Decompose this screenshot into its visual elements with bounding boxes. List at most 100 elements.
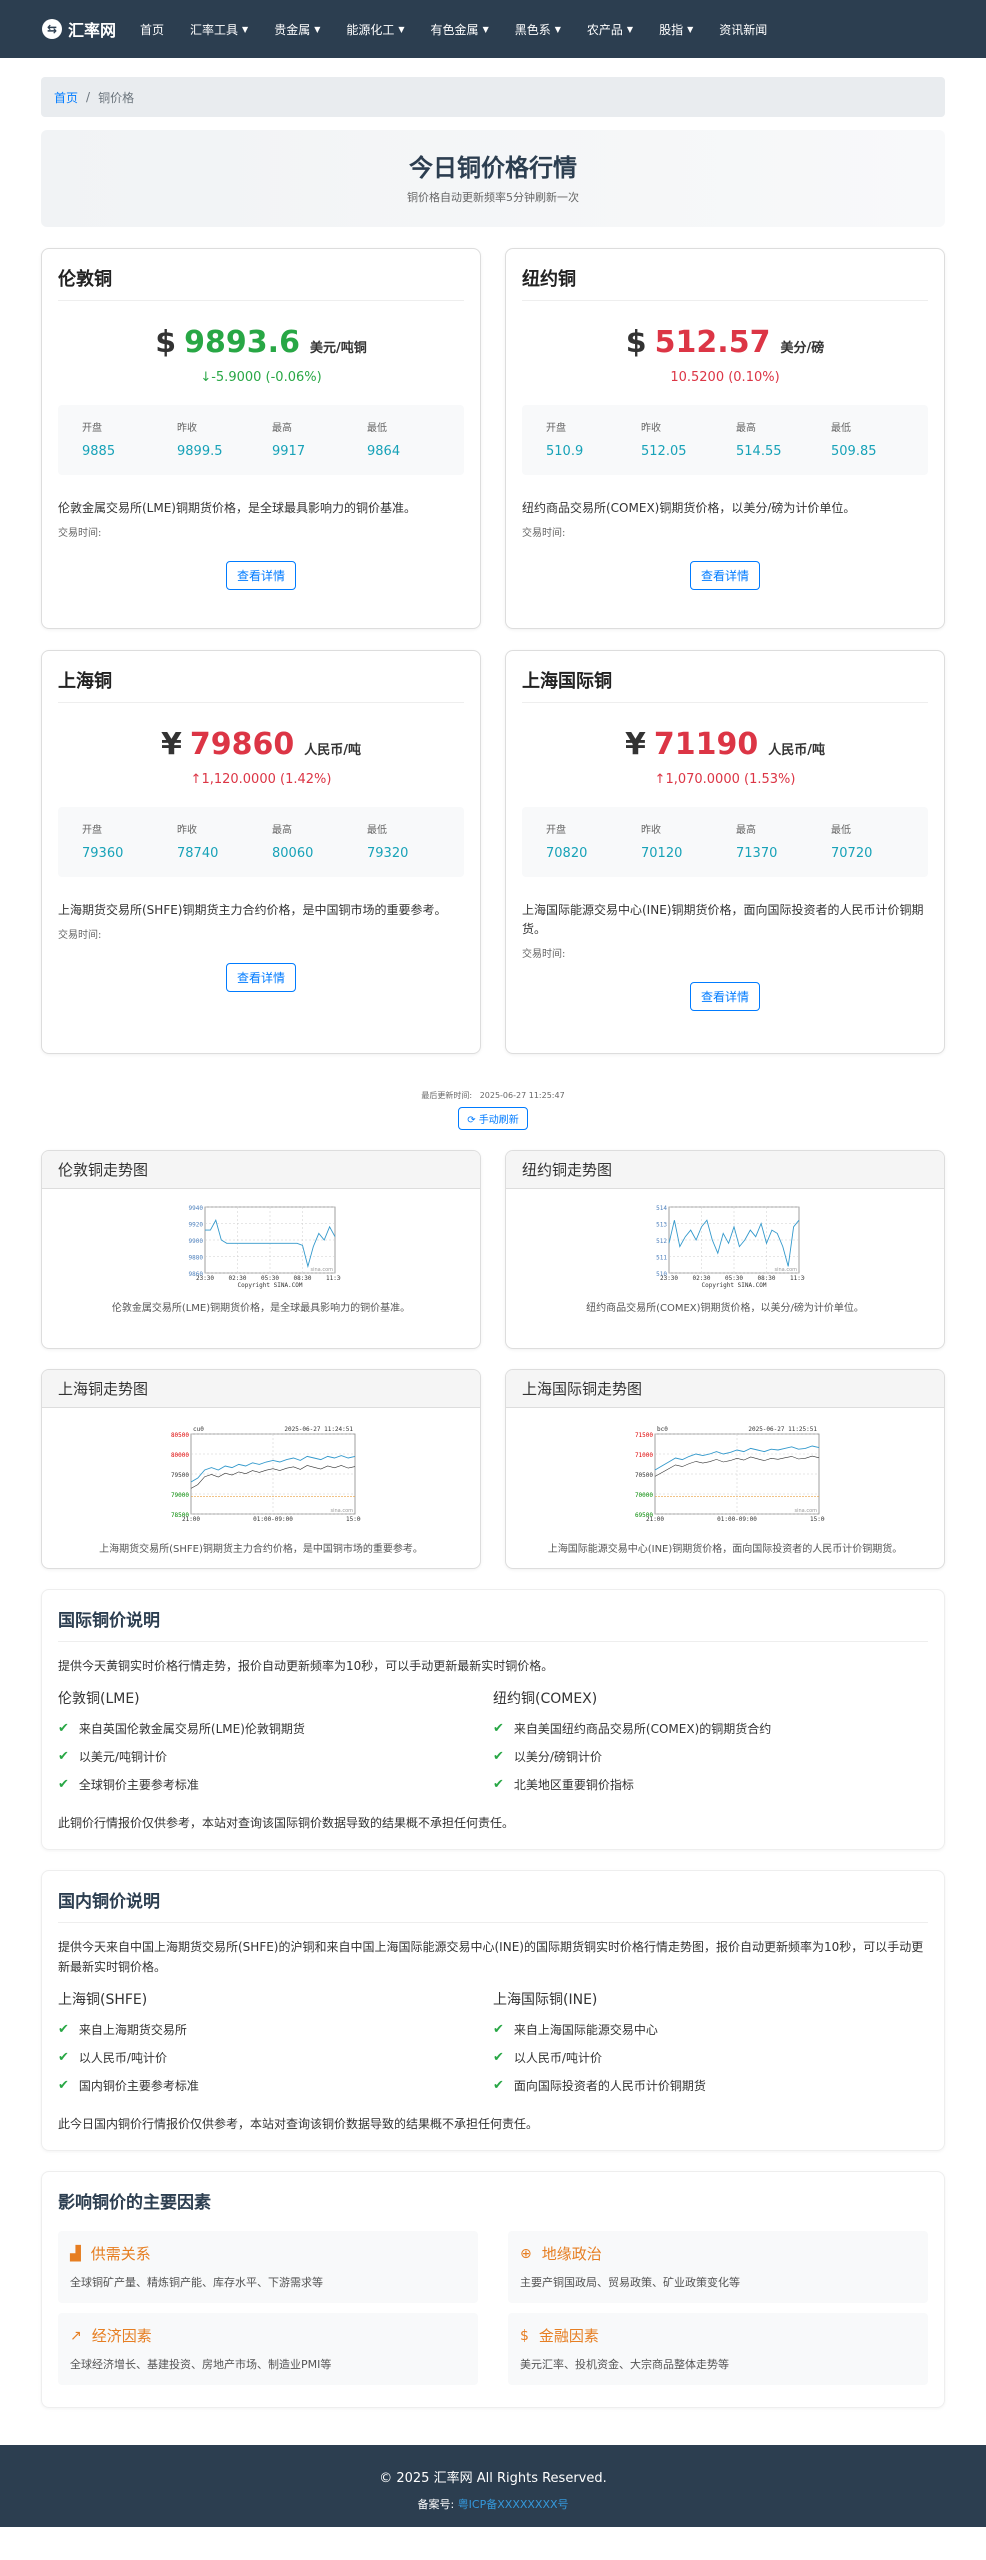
feature-item: ✔ 来自上海国际能源交易中心	[493, 2015, 928, 2043]
domestic-copper-section: 国内铜价说明 提供今天来自中国上海期货交易所(SHFE)的沪铜和来自中国上海国际…	[41, 1870, 945, 2151]
price-card-2: 上海铜 ¥79860 人民币/吨 ↑1,120.0000 (1.42%) 开盘 79360…	[41, 650, 481, 1054]
nav-item-8[interactable]: 资讯新闻	[719, 21, 767, 38]
stat-3: 最低 70720	[831, 821, 926, 877]
nav-item-5[interactable]: 黑色系 ▼	[515, 21, 561, 38]
stat-label: 最低	[831, 423, 851, 434]
check-icon: ✔	[493, 1748, 504, 1764]
feature-item: ✔ 面向国际投资者的人民币计价铜期货	[493, 2071, 928, 2099]
trend-card-body: 80500 80000 79500 79000 78500 21:00 01:00-09:0…	[42, 1408, 480, 1568]
brand-logo[interactable]: ⇆ 汇率网	[42, 17, 116, 41]
stat-label: 最高	[736, 423, 756, 434]
trend-card-body: 9940 9920 9900 9880 9860 23:30 02:30 05:30 08:30…	[42, 1189, 480, 1330]
stat-3: 最低 79320	[367, 821, 462, 877]
caret-down-icon: ▼	[398, 24, 405, 34]
feature-text: 国内铜价主要参考标准	[78, 2078, 199, 2093]
stat-value: 9885	[82, 444, 116, 459]
price-unit: 美分/磅	[780, 341, 825, 356]
price-card-1: 纽约铜 $512.57 美分/磅 10.5200 (0.10%) 开盘 510.9 昨收 51…	[505, 248, 945, 629]
footer-icp: 备案号: 粤ICP备XXXXXXXX号	[0, 2496, 986, 2512]
page-title: 今日铜价格行情	[409, 154, 577, 182]
y-tick-label: 512	[656, 1238, 667, 1245]
dollar-icon: $	[520, 2327, 529, 2344]
chart-copyright: Copyright SINA.COM	[701, 1282, 766, 1289]
intl-column-1: 纽约铜(COMEX) ✔ 来自美国纽约商品交易所(COMEX)的铜期货合约 ✔ 以美分/…	[493, 1688, 928, 1798]
x-tick-label: 15:00	[346, 1516, 361, 1523]
breadcrumb-home-link[interactable]: 首页	[54, 89, 78, 106]
factor-title: ⊕ 地缘政治	[520, 2243, 916, 2264]
currency-symbol: ¥	[161, 727, 182, 762]
feature-text: 以美分/磅铜计价	[513, 1749, 602, 1764]
check-icon: ✔	[58, 2077, 69, 2093]
feature-list: ✔ 来自英国伦敦金属交易所(LME)伦敦铜期货 ✔ 以美元/吨铜计价 ✔ 全球铜价主要参考…	[58, 1714, 493, 1798]
stat-value: 70820	[546, 846, 588, 861]
y-tick-label: 79000	[171, 1492, 189, 1499]
nav-item-label: 资讯新闻	[719, 22, 768, 37]
feature-item: ✔ 国内铜价主要参考标准	[58, 2071, 493, 2099]
y-tick-label: 9900	[189, 1238, 204, 1245]
last-update: 最后更新时间: 2025-06-27 11:25:47	[41, 1090, 945, 1101]
stat-label: 最高	[272, 423, 292, 434]
feature-list: ✔ 来自上海国际能源交易中心 ✔ 以人民币/吨计价 ✔ 面向国际投资者的人民币计价铜期货	[493, 2015, 928, 2099]
price-line: ¥79860 人民币/吨	[58, 727, 464, 762]
trading-time: 交易时间:	[58, 528, 102, 539]
domestic-intro: 提供今天来自中国上海期货交易所(SHFE)的沪铜和来自中国上海国际能源交易中心(…	[58, 1940, 924, 1974]
y-tick-label: 513	[656, 1222, 667, 1229]
globe-icon: ⊕	[520, 2245, 532, 2262]
trend-card-title: 伦敦铜走势图	[58, 1161, 149, 1179]
check-icon: ✔	[493, 2077, 504, 2093]
factor-title-text: 供需关系	[90, 2245, 151, 2263]
stat-label: 最低	[831, 825, 851, 836]
trend-card-title: 纽约铜走势图	[522, 1161, 613, 1179]
brand-name: 汇率网	[68, 21, 117, 40]
trading-time: 交易时间:	[58, 930, 102, 941]
stat-2: 最高 80060	[272, 821, 367, 877]
nav-item-1[interactable]: 汇率工具 ▼	[190, 21, 248, 38]
domestic-title: 国内铜价说明	[58, 1887, 928, 1923]
check-icon: ✔	[58, 1776, 69, 1792]
price-card-title: 纽约铜	[522, 265, 928, 301]
view-details-button[interactable]: 查看详情	[689, 561, 760, 590]
last-update-time: 2025-06-27 11:25:47	[479, 1091, 565, 1100]
nav-item-3[interactable]: 能源化工 ▼	[346, 21, 404, 38]
stat-value: 9864	[367, 444, 401, 459]
domestic-column-1: 上海国际铜(INE) ✔ 来自上海国际能源交易中心 ✔ 以人民币/吨计价 ✔ 面向国际投资者…	[493, 1989, 928, 2099]
factor-card-0: ▟ 供需关系 全球铜矿产量、精炼铜产能、库存水平、下游需求等	[58, 2231, 478, 2303]
stat-value: 70120	[641, 846, 683, 861]
icp-link[interactable]: 粤ICP备XXXXXXXX号	[458, 2498, 569, 2511]
check-icon: ✔	[58, 1748, 69, 1764]
nav-item-7[interactable]: 股指 ▼	[659, 21, 693, 38]
nav-item-0[interactable]: 首页	[140, 21, 164, 38]
refresh-icon: ⟳	[467, 1115, 476, 1126]
price-description: 伦敦金属交易所(LME)铜期货价格，是全球最具影响力的铜价基准。	[58, 501, 416, 515]
stat-0: 开盘 79360	[82, 821, 177, 877]
caret-down-icon: ▼	[687, 24, 694, 34]
currency-symbol: $	[155, 325, 177, 360]
nav-menu: 首页 汇率工具 ▼ 贵金属 ▼ 能源化工 ▼ 有色金属 ▼ 黑色系 ▼ 农产品 ▼ 股指 ▼ 资讯新闻	[140, 21, 793, 38]
nav-item-6[interactable]: 农产品 ▼	[587, 21, 633, 38]
price-description: 纽约商品交易所(COMEX)铜期货价格，以美分/磅为计价单位。	[522, 501, 856, 515]
price-change: ↓-5.9000 (-0.06%)	[200, 370, 322, 385]
feature-item: ✔ 以美元/吨铜计价	[58, 1742, 493, 1770]
stat-label: 最低	[367, 423, 387, 434]
feature-item: ✔ 北美地区重要铜价指标	[493, 1770, 928, 1798]
stat-3: 最低 9864	[367, 419, 462, 475]
chart-code: bc0	[657, 1426, 668, 1433]
feature-text: 以美元/吨铜计价	[78, 1749, 167, 1764]
factor-description: 美元汇率、投机资金、大宗商品整体走势等	[520, 2358, 729, 2371]
chart-watermark: sina.com	[331, 1508, 354, 1514]
manual-refresh-button[interactable]: ⟳ 手动刷新	[458, 1107, 528, 1130]
x-tick-label: 11:30	[790, 1275, 805, 1282]
exchange-icon: ⇆	[42, 19, 62, 39]
x-tick-label: 02:30	[228, 1275, 246, 1282]
nav-item-4[interactable]: 有色金属 ▼	[431, 21, 489, 38]
caret-down-icon: ▼	[626, 24, 634, 34]
price-description: 上海期货交易所(SHFE)铜期货主力合约价格，是中国铜市场的重要参考。	[58, 903, 447, 917]
view-details-button[interactable]: 查看详情	[225, 963, 296, 992]
icp-label: 备案号:	[417, 2498, 455, 2511]
nav-item-2[interactable]: 贵金属 ▼	[274, 21, 320, 38]
view-details-button[interactable]: 查看详情	[225, 561, 296, 590]
factor-title: ↗ 经济因素	[70, 2325, 466, 2346]
check-icon: ✔	[493, 2021, 504, 2037]
view-details-button[interactable]: 查看详情	[689, 982, 760, 1011]
stat-2: 最高 9917	[272, 419, 367, 475]
